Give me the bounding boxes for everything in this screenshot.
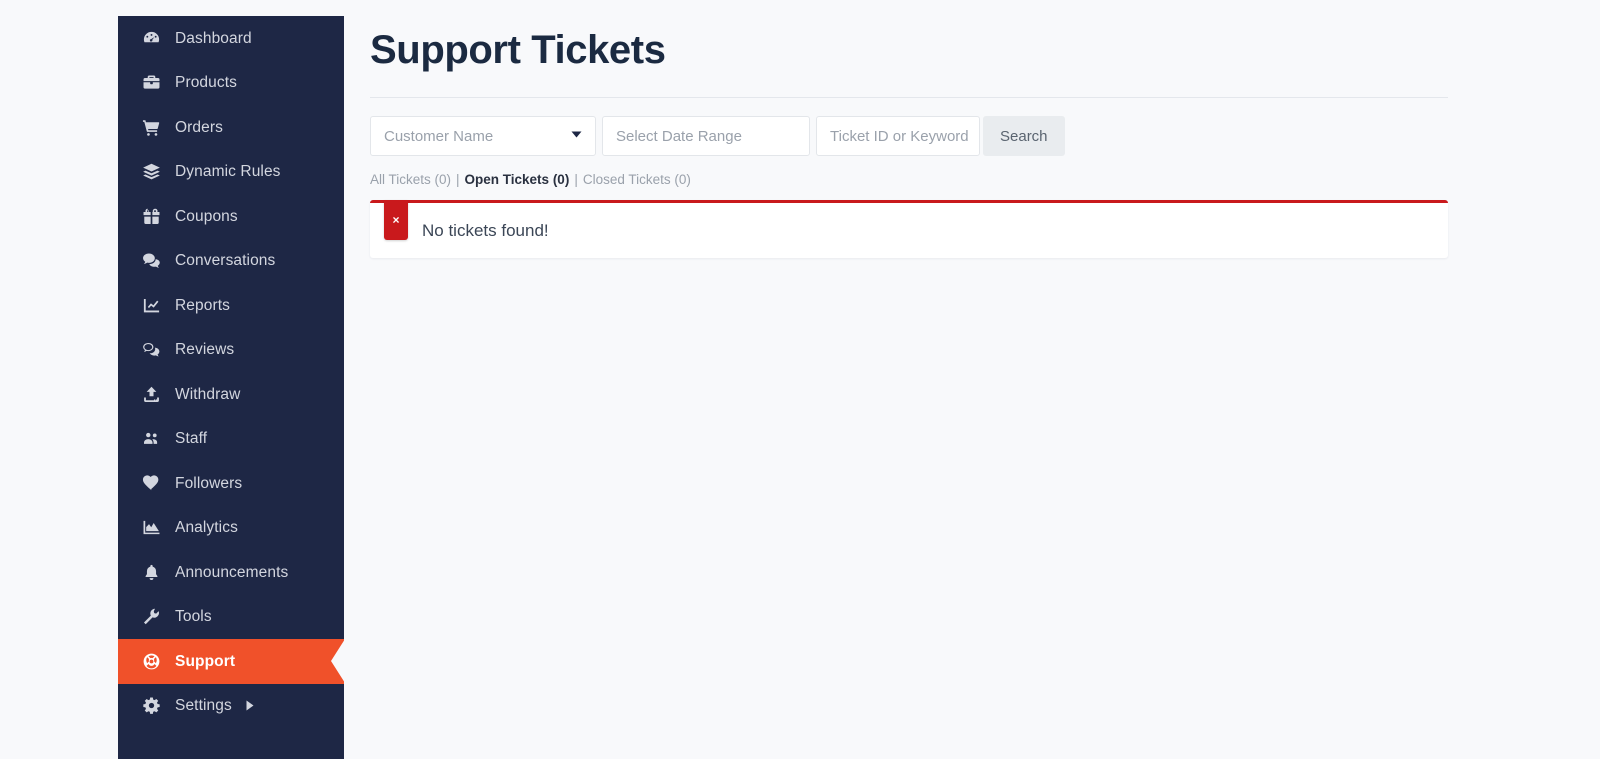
tab-all-tickets-0[interactable]: All Tickets (0)	[370, 172, 451, 187]
tab-separator: |	[456, 172, 460, 187]
sidebar-item-coupons[interactable]: Coupons	[118, 194, 344, 239]
comments-o-icon	[138, 340, 164, 359]
sidebar-item-analytics[interactable]: Analytics	[118, 506, 344, 551]
date-range-input[interactable]: Select Date Range	[602, 116, 810, 156]
wrench-icon	[138, 607, 164, 626]
customer-name-select[interactable]: Customer Name	[370, 116, 596, 156]
sidebar-item-reviews[interactable]: Reviews	[118, 328, 344, 373]
sidebar-item-label: Reports	[175, 296, 230, 314]
bell-icon	[138, 563, 164, 582]
sidebar-item-label: Orders	[175, 118, 223, 136]
sidebar-item-label: Support	[175, 652, 236, 670]
sidebar-item-staff[interactable]: Staff	[118, 417, 344, 462]
alert-message: No tickets found!	[422, 220, 549, 240]
sidebar: Dashboard Products Orders Dynamic Rules Coup…	[118, 16, 345, 759]
sidebar-item-announcements[interactable]: Announcements	[118, 550, 344, 595]
sidebar-item-tools[interactable]: Tools	[118, 595, 344, 640]
sidebar-item-reports[interactable]: Reports	[118, 283, 344, 328]
app-root: Dashboard Products Orders Dynamic Rules Coup…	[0, 0, 1600, 759]
tab-open-tickets-0[interactable]: Open Tickets (0)	[465, 172, 570, 187]
sidebar-item-label: Conversations	[175, 252, 276, 269]
close-icon[interactable]: ×	[384, 200, 408, 240]
upload-icon	[138, 385, 164, 404]
keyword-placeholder: Ticket ID or Keyword	[830, 127, 969, 145]
sidebar-item-label: Coupons	[175, 207, 238, 225]
sidebar-item-dynamic-rules[interactable]: Dynamic Rules	[118, 150, 344, 195]
chevron-down-icon	[571, 131, 582, 141]
gear-icon	[138, 696, 164, 715]
search-button[interactable]: Search	[983, 116, 1065, 156]
page-title: Support Tickets	[370, 28, 666, 72]
customer-name-placeholder: Customer Name	[384, 127, 494, 145]
sidebar-item-followers[interactable]: Followers	[118, 461, 344, 506]
sidebar-item-label: Announcements	[175, 563, 289, 581]
heart-icon	[138, 474, 164, 493]
sidebar-item-dashboard[interactable]: Dashboard	[118, 16, 344, 61]
sidebar-item-withdraw[interactable]: Withdraw	[118, 372, 344, 417]
keyword-input[interactable]: Ticket ID or Keyword	[816, 116, 980, 156]
sidebar-item-products[interactable]: Products	[118, 61, 344, 106]
chat-bubbles-icon	[138, 251, 164, 270]
active-indicator-notch	[331, 639, 345, 683]
date-range-placeholder: Select Date Range	[616, 127, 742, 145]
sidebar-item-label: Staff	[175, 430, 208, 447]
main-content: Support Tickets Customer Name Select Dat…	[370, 0, 1448, 258]
sidebar-item-label: Reviews	[175, 341, 235, 358]
tab-closed-tickets-0[interactable]: Closed Tickets (0)	[583, 172, 691, 187]
line-chart-icon	[138, 296, 164, 315]
lifebuoy-icon	[138, 652, 164, 671]
sidebar-item-settings[interactable]: Settings	[118, 684, 344, 729]
title-divider	[370, 97, 1448, 98]
sidebar-item-label: Followers	[175, 474, 243, 492]
shopping-cart-icon	[138, 118, 164, 137]
sidebar-item-label: Products	[175, 74, 237, 91]
filter-row: Customer Name Select Date Range Ticket I…	[370, 116, 1448, 156]
gauge-icon	[138, 29, 164, 48]
ticket-status-tabs: All Tickets (0) | Open Tickets (0) | Closed …	[370, 172, 1448, 187]
briefcase-icon	[138, 73, 164, 92]
area-chart-icon	[138, 518, 164, 537]
sidebar-item-label: Dynamic Rules	[175, 163, 281, 180]
tab-separator: |	[574, 172, 578, 187]
sidebar-item-orders[interactable]: Orders	[118, 105, 344, 150]
sidebar-item-label: Dashboard	[175, 29, 252, 47]
sidebar-item-support[interactable]: Support	[118, 639, 345, 684]
chevron-right-icon	[246, 700, 254, 711]
sidebar-item-label: Settings	[175, 697, 232, 714]
gift-icon	[138, 207, 164, 226]
sidebar-item-label: Withdraw	[175, 385, 241, 403]
no-tickets-alert: × No tickets found!	[370, 200, 1448, 258]
layers-icon	[138, 162, 164, 181]
sidebar-item-label: Tools	[175, 608, 212, 625]
sidebar-item-conversations[interactable]: Conversations	[118, 239, 344, 284]
sidebar-item-label: Analytics	[175, 519, 238, 536]
users-icon	[138, 429, 164, 448]
